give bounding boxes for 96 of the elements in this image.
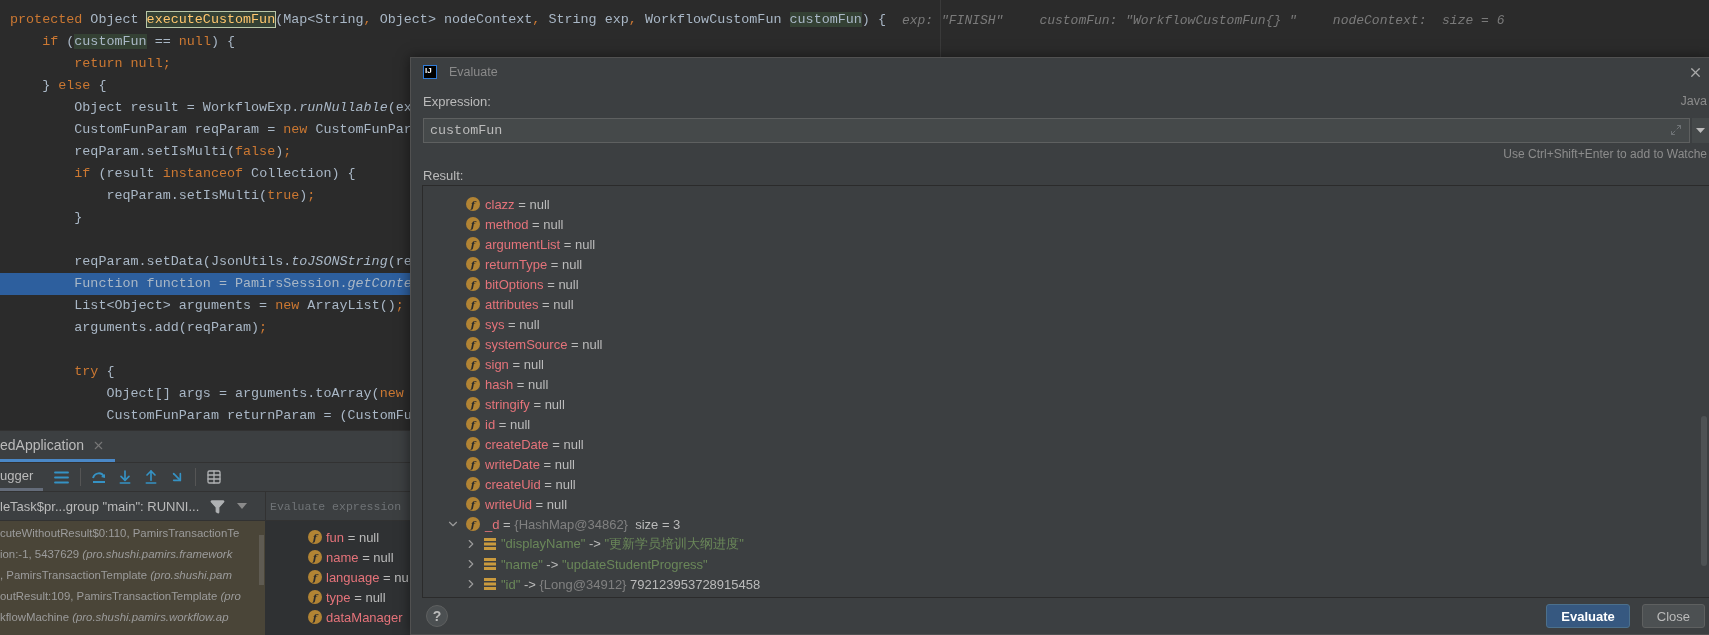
code-line: protected Object executeCustomFun(Map<String, Object> nodeContext, String exp, WorkflowCustomFun customFun) { bbox=[9, 11, 886, 29]
field-icon: f bbox=[308, 570, 322, 584]
code-line: arguments.add(reqParam); bbox=[73, 319, 269, 337]
filter-icon[interactable] bbox=[210, 498, 225, 514]
tree-row-text: sign = null bbox=[485, 356, 544, 372]
app-logo: IJ bbox=[423, 65, 437, 79]
tree-row-text: method = null bbox=[485, 216, 564, 232]
code-line: reqParam.setIsMulti(false); bbox=[73, 143, 293, 161]
field-icon: f bbox=[308, 610, 322, 624]
code-line: Object result = WorkflowExp.runNullable(ex bbox=[73, 99, 412, 117]
field-icon: f bbox=[466, 517, 480, 531]
stack-frame[interactable]: cuteWithoutResult$0:110, PamirsTransactionTe bbox=[0, 523, 240, 544]
list-icon[interactable] bbox=[53, 468, 71, 486]
language-selector[interactable]: Java bbox=[1680, 94, 1707, 108]
field-icon: f bbox=[466, 237, 480, 251]
tree-row-text: stringify = null bbox=[485, 396, 565, 412]
close-button[interactable]: Close bbox=[1641, 604, 1705, 628]
caret-icon[interactable] bbox=[1696, 128, 1705, 133]
code-line: Object[] args = arguments.toArray(new bbox=[105, 385, 405, 403]
run-tab[interactable]: edApplication bbox=[0, 431, 116, 462]
code-line: if (result instanceof Collection) { bbox=[73, 165, 357, 183]
inline-value-hint: customFun: "WorkflowCustomFun{} " bbox=[1039, 12, 1297, 28]
stack-frame[interactable]: outResult:109, PamirsTransactionTemplate (pro bbox=[0, 586, 241, 607]
field-icon: f bbox=[466, 197, 480, 211]
code-line: List<Object> arguments = new ArrayList(); bbox=[73, 297, 405, 315]
evaluate-button[interactable]: Evaluate bbox=[1546, 604, 1630, 628]
code-line: } bbox=[73, 209, 84, 227]
tree-row-text: language = nu bbox=[326, 569, 409, 585]
tree-row-text: _d = {HashMap@34862} size = 3 bbox=[485, 516, 681, 532]
expression-field[interactable]: customFun bbox=[423, 118, 1690, 143]
code-line: try { bbox=[73, 363, 116, 381]
tree-row-text: clazz = null bbox=[485, 196, 550, 212]
tree-row-text: createUid = null bbox=[485, 476, 576, 492]
tree-row-text: systemSource = null bbox=[485, 336, 603, 352]
thread-selector[interactable]: leTask$pr...group "main": RUNNI... bbox=[0, 498, 210, 514]
inline-value-hint: nodeContext: size = 6 bbox=[1332, 12, 1505, 28]
stack-frame[interactable]: kflowMachine (pro.shushi.pamirs.workflow.ap bbox=[0, 607, 229, 628]
tree-row-text: sys = null bbox=[485, 316, 540, 332]
shortcut-hint: Use Ctrl+Shift+Enter to add to Watche bbox=[1503, 147, 1707, 161]
field-icon: f bbox=[466, 277, 480, 291]
tree-row-text: type = null bbox=[326, 589, 386, 605]
debugger-tab[interactable]: ugger bbox=[0, 463, 44, 491]
expression-label: Expression: bbox=[423, 93, 491, 109]
tree-row-text: name = null bbox=[326, 549, 394, 565]
help-button[interactable]: ? bbox=[426, 605, 448, 627]
tree-row-text: bitOptions = null bbox=[485, 276, 579, 292]
code-line: CustomFunParam returnParam = (CustomFu bbox=[105, 407, 412, 425]
field-icon: f bbox=[308, 550, 322, 564]
tree-row-text: returnType = null bbox=[485, 256, 583, 272]
tree-row-text: writeDate = null bbox=[485, 456, 575, 472]
field-icon: f bbox=[308, 530, 322, 544]
tree-row-text: dataManager bbox=[326, 609, 403, 625]
table-icon[interactable] bbox=[206, 469, 223, 485]
code-line: } else { bbox=[41, 77, 108, 95]
field-icon: f bbox=[466, 317, 480, 331]
tree-row-text: "name" -> "updateStudentProgress" bbox=[501, 556, 708, 572]
field-icon: f bbox=[466, 417, 480, 431]
code-line: CustomFunParam reqParam = new CustomFunPar bbox=[73, 121, 412, 139]
stack-frame[interactable]: ion:-1, 5437629 (pro.shushi.pamirs.framework bbox=[0, 544, 233, 565]
scrollbar-thumb[interactable] bbox=[259, 535, 264, 585]
field-icon: f bbox=[308, 590, 322, 604]
field-icon: f bbox=[466, 437, 480, 451]
dialog-title: Evaluate bbox=[449, 65, 499, 79]
inline-value-hint: exp: "FINISH" bbox=[901, 12, 1004, 28]
field-icon: f bbox=[466, 497, 480, 511]
code-line: if (customFun == null) { bbox=[41, 33, 237, 51]
field-icon: f bbox=[466, 457, 480, 471]
result-label: Result: bbox=[423, 166, 464, 185]
field-icon: f bbox=[466, 477, 480, 491]
code-line: return null; bbox=[73, 55, 172, 73]
code-line: reqParam.setData(JsonUtils.toJSONString(re bbox=[73, 253, 412, 271]
tree-row-text: fun = null bbox=[326, 529, 380, 545]
field-icon: f bbox=[466, 377, 480, 391]
step-over-icon[interactable] bbox=[91, 469, 108, 485]
tree-row-text: "id" -> {Long@34912} 792123953728915458 bbox=[501, 576, 761, 592]
tree-row-text: argumentList = null bbox=[485, 236, 596, 252]
expand-icon[interactable] bbox=[1670, 124, 1682, 136]
field-icon: f bbox=[466, 337, 480, 351]
field-icon: f bbox=[466, 357, 480, 371]
tree-row-text: createDate = null bbox=[485, 436, 584, 452]
field-icon: f bbox=[466, 217, 480, 231]
map-entry-icon bbox=[484, 578, 496, 590]
field-icon: f bbox=[466, 397, 480, 411]
tree-row-text: "displayName" -> "更新学员培训大纲进度" bbox=[501, 535, 744, 553]
map-entry-icon bbox=[484, 538, 496, 550]
field-icon: f bbox=[466, 297, 480, 311]
tree-row-text: id = null bbox=[485, 416, 531, 432]
history-dropdown[interactable] bbox=[1692, 118, 1709, 143]
tree-row-text: hash = null bbox=[485, 376, 549, 392]
tree-row-text: writeUid = null bbox=[485, 496, 568, 512]
map-entry-icon bbox=[484, 558, 496, 570]
caret-icon[interactable] bbox=[237, 503, 247, 509]
field-icon: f bbox=[466, 257, 480, 271]
stack-frame[interactable]: , PamirsTransactionTemplate (pro.shushi.pam bbox=[0, 565, 232, 586]
code-line: reqParam.setIsMulti(true); bbox=[105, 187, 317, 205]
tree-row-text: attributes = null bbox=[485, 296, 574, 312]
